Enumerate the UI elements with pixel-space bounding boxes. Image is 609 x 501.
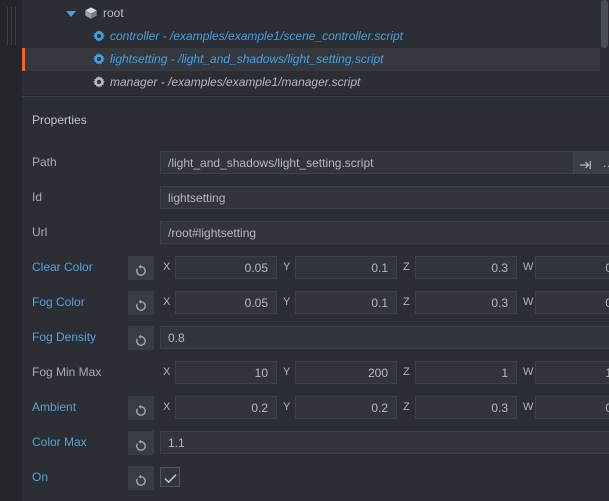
- fog-color-y-input[interactable]: [295, 291, 397, 314]
- property-row-color-max: Color Max: [22, 429, 609, 457]
- fog-color-z-input[interactable]: [415, 291, 517, 314]
- checkmark-icon: [164, 473, 176, 483]
- fog-min-max-w-input[interactable]: [535, 361, 609, 384]
- property-row-clear-color: Clear Color X Y Z W: [22, 254, 609, 282]
- axis-label-y: Y: [283, 296, 291, 308]
- panel-resize-grip[interactable]: [0, 0, 22, 500]
- axis-label-w: W: [523, 401, 534, 413]
- color-max-input[interactable]: [160, 431, 609, 454]
- axis-label-x: X: [163, 401, 171, 413]
- axis-label-z: Z: [403, 366, 410, 378]
- axis-label-w: W: [523, 366, 534, 378]
- chevron-down-icon[interactable]: [66, 11, 76, 17]
- tree-scrollbar-thumb[interactable]: [601, 0, 608, 48]
- reset-icon[interactable]: [128, 431, 154, 455]
- tree-row-label: root: [103, 6, 124, 20]
- gear-icon: [93, 53, 105, 65]
- axis-label-z: Z: [403, 296, 410, 308]
- reset-icon[interactable]: [128, 466, 154, 490]
- property-row-ambient: Ambient X Y Z W: [22, 394, 609, 422]
- reset-icon[interactable]: [128, 326, 154, 350]
- cube-icon: [85, 7, 97, 19]
- axis-label-w: W: [523, 261, 534, 273]
- axis-label-y: Y: [283, 366, 291, 378]
- property-label-clear-color: Clear Color: [32, 260, 93, 274]
- path-input[interactable]: [160, 151, 574, 174]
- goto-arrow-icon[interactable]: [574, 151, 597, 174]
- reset-icon[interactable]: [128, 396, 154, 420]
- property-row-url: Url: [22, 219, 609, 247]
- property-row-id: Id: [22, 184, 609, 212]
- gear-icon: [93, 76, 105, 88]
- property-label-color-max: Color Max: [32, 435, 87, 449]
- path-more-button[interactable]: …: [597, 151, 609, 174]
- axis-label-y: Y: [283, 401, 291, 413]
- fog-color-x-input[interactable]: [175, 291, 277, 314]
- tree-row[interactable]: lightsetting - /light_and_shadows/light_…: [22, 48, 609, 71]
- axis-label-z: Z: [403, 261, 410, 273]
- grip-lines-icon: [7, 7, 16, 45]
- clear-color-x-input[interactable]: [175, 256, 277, 279]
- axis-label-w: W: [523, 296, 534, 308]
- property-label-fog-color: Fog Color: [32, 295, 85, 309]
- tree-row[interactable]: controller - /examples/example1/scene_co…: [22, 25, 609, 48]
- fog-min-max-z-input[interactable]: [415, 361, 517, 384]
- axis-label-x: X: [163, 366, 171, 378]
- fog-color-w-input[interactable]: [535, 291, 609, 314]
- tree-row-label: controller - /examples/example1/scene_co…: [110, 29, 404, 43]
- ambient-x-input[interactable]: [175, 396, 277, 419]
- property-row-path: Path …: [22, 149, 609, 177]
- ambient-z-input[interactable]: [415, 396, 517, 419]
- properties-title: Properties: [32, 113, 87, 127]
- tree-row-label: lightsetting - /light_and_shadows/light_…: [110, 52, 384, 66]
- property-label-fog-density: Fog Density: [32, 330, 97, 344]
- ambient-w-input[interactable]: [535, 396, 609, 419]
- tree-scrollbar[interactable]: [600, 0, 609, 95]
- tree-row-label: manager - /examples/example1/manager.scr…: [110, 75, 361, 89]
- url-input[interactable]: [160, 221, 609, 244]
- clear-color-w-input[interactable]: [535, 256, 609, 279]
- property-label-on: On: [32, 470, 49, 484]
- clear-color-y-input[interactable]: [295, 256, 397, 279]
- tree-row[interactable]: manager - /examples/example1/manager.scr…: [22, 71, 609, 94]
- property-label-id: Id: [32, 190, 43, 204]
- fog-min-max-x-input[interactable]: [175, 361, 277, 384]
- reset-icon[interactable]: [128, 291, 154, 315]
- axis-label-x: X: [163, 296, 171, 308]
- property-row-fog-density: Fog Density: [22, 324, 609, 352]
- fog-min-max-y-input[interactable]: [295, 361, 397, 384]
- ambient-y-input[interactable]: [295, 396, 397, 419]
- clear-color-z-input[interactable]: [415, 256, 517, 279]
- property-row-on: On: [22, 464, 609, 492]
- property-row-fog-color: Fog Color X Y Z W: [22, 289, 609, 317]
- selection-marker: [22, 48, 25, 71]
- fog-density-input[interactable]: [160, 326, 609, 349]
- reset-icon[interactable]: [128, 256, 154, 280]
- properties-panel: Properties Path … Id Url Clear Color: [22, 96, 609, 501]
- gear-icon: [93, 30, 105, 42]
- property-label-ambient: Ambient: [32, 400, 77, 414]
- axis-label-y: Y: [283, 261, 291, 273]
- id-input[interactable]: [160, 186, 609, 209]
- outline-tree-panel: root controller - /examples/example1/sce…: [22, 0, 609, 95]
- tree-row[interactable]: root: [22, 2, 609, 25]
- property-row-fog-min-max: Fog Min Max X Y Z W: [22, 359, 609, 387]
- property-label-path: Path: [32, 155, 57, 169]
- on-checkbox[interactable]: [160, 467, 180, 487]
- axis-label-z: Z: [403, 401, 410, 413]
- axis-label-x: X: [163, 261, 171, 273]
- property-label-url: Url: [32, 225, 48, 239]
- property-label-fog-min-max: Fog Min Max: [32, 365, 102, 379]
